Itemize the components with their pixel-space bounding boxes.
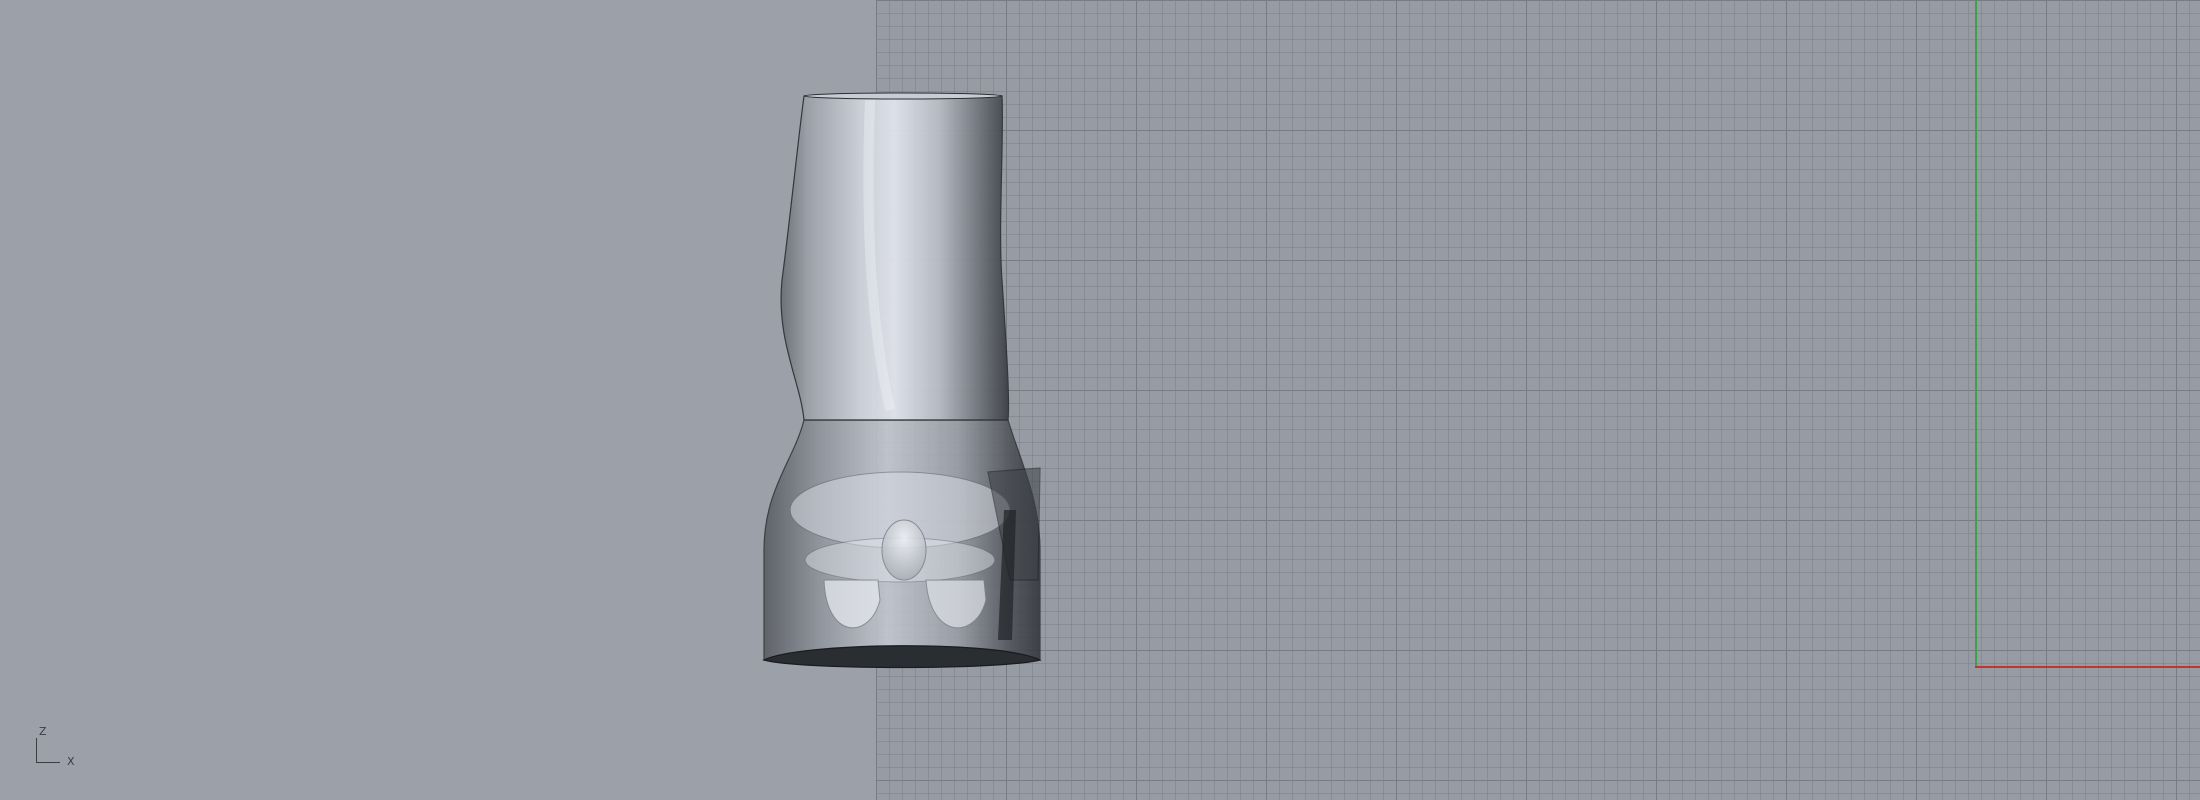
construction-grid: [876, 0, 2200, 800]
world-y-axis-line: [1975, 0, 1977, 667]
gizmo-z-axis: [36, 738, 37, 762]
gizmo-z-label: Z: [39, 725, 47, 738]
shoe-last-model[interactable]: [740, 80, 1060, 680]
gizmo-x-label: X: [67, 755, 75, 768]
world-x-axis-line: [1975, 666, 2200, 668]
gizmo-x-axis: [36, 762, 60, 763]
3d-viewport[interactable]: Z X: [0, 0, 2200, 800]
axis-orientation-gizmo: Z X: [32, 724, 82, 768]
